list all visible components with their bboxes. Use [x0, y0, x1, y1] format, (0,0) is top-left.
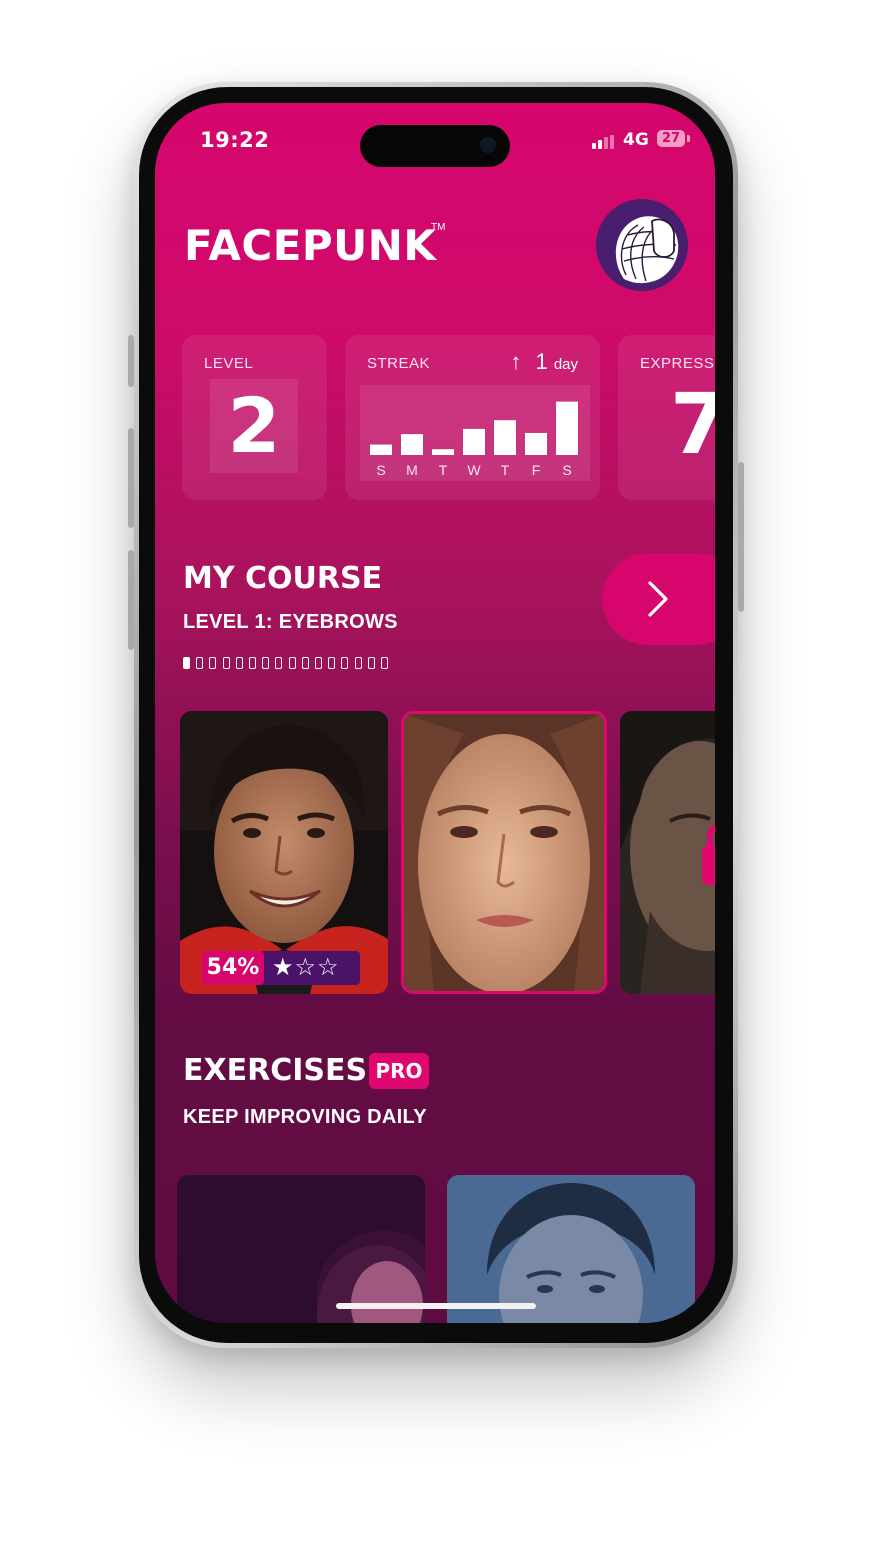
course-title: MY COURSE	[183, 561, 383, 596]
continue-course-button[interactable]	[602, 553, 715, 645]
app-logo: FACEPUNK	[184, 221, 437, 270]
mute-switch	[128, 335, 134, 387]
streak-up-arrow-icon: ↑	[510, 349, 522, 374]
status-bar: 19:22 4G 27	[155, 125, 715, 167]
lesson-1-score: 54%	[202, 951, 264, 985]
expressions-label: EXPRESSIO	[640, 355, 715, 372]
streak-day-label: T	[439, 462, 448, 478]
progress-segment	[341, 657, 349, 669]
volume-up-button	[128, 428, 134, 528]
lock-icon	[702, 845, 715, 885]
streak-bar-3	[432, 449, 454, 455]
progress-segment	[367, 657, 375, 669]
progress-segment	[301, 657, 309, 669]
streak-day-label: F	[532, 462, 541, 478]
progress-segment	[222, 657, 230, 669]
progress-segment	[249, 657, 256, 669]
progress-segment	[262, 657, 270, 669]
app-screen: 19:22 4G 27 FACEPUNK TM LEVEL 2 STREAK ↑…	[155, 103, 715, 1323]
streak-unit: day	[553, 356, 578, 373]
face-mesh-icon	[615, 216, 679, 284]
streak-bar-5	[494, 420, 516, 455]
streak-day-label: S	[562, 462, 571, 478]
level-card[interactable]: LEVEL 2	[182, 335, 327, 500]
progress-segment	[381, 657, 388, 669]
chevron-right-icon	[648, 581, 668, 617]
volume-down-button	[128, 550, 134, 650]
progress-segment	[315, 657, 322, 669]
streak-summary: ↑ 1 day	[510, 349, 578, 375]
battery-level: 27	[661, 131, 681, 146]
streak-count: 1	[535, 349, 548, 374]
streak-day-label: W	[467, 462, 481, 478]
streak-bar-6	[525, 432, 547, 455]
progress-segment	[354, 657, 362, 669]
progress-segment	[275, 657, 283, 669]
dynamic-island	[360, 125, 510, 167]
expressions-value: 7	[670, 375, 715, 473]
network-type: 4G	[623, 130, 649, 150]
streak-bar-4	[463, 428, 485, 455]
expressions-card[interactable]: EXPRESSIO 7	[618, 335, 715, 500]
home-indicator[interactable]	[336, 1303, 536, 1309]
streak-chart: SMTWTFS	[360, 385, 590, 481]
lesson-card-2[interactable]	[401, 711, 607, 994]
lesson-3-image	[620, 711, 715, 994]
streak-day-label: M	[406, 462, 418, 478]
power-button	[738, 462, 744, 612]
streak-day-label: T	[501, 462, 510, 478]
status-time: 19:22	[200, 128, 270, 152]
streak-bar-1	[370, 444, 392, 455]
profile-avatar[interactable]	[596, 199, 688, 291]
pro-badge: PRO	[369, 1053, 429, 1089]
battery-icon: 27	[657, 130, 685, 147]
camera-icon	[480, 137, 496, 153]
exercise-card-1[interactable]	[177, 1175, 425, 1323]
progress-segment	[288, 657, 296, 669]
streak-card[interactable]: STREAK ↑ 1 day S M T W T F S	[345, 335, 600, 500]
exercise-2-image	[447, 1175, 695, 1323]
progress-segment	[183, 657, 190, 669]
streak-bar-2	[401, 434, 423, 455]
streak-bar-7	[556, 401, 578, 455]
level-value: 2	[210, 379, 298, 473]
progress-segment	[196, 657, 204, 669]
battery-tip	[687, 135, 690, 142]
lesson-card-1[interactable]: 54% ★☆☆	[180, 711, 388, 994]
star-rating-icon: ★☆☆	[272, 954, 340, 981]
exercise-card-2[interactable]	[447, 1175, 695, 1323]
streak-bars: SMTWTFS	[370, 401, 578, 478]
progress-segment	[328, 657, 336, 669]
exercise-1-image	[177, 1175, 425, 1323]
exercises-title: EXERCISES	[183, 1053, 368, 1088]
lesson-card-3-locked[interactable]	[620, 711, 715, 994]
level-label: LEVEL	[204, 355, 254, 372]
course-subtitle: LEVEL 1: EYEBROWS	[183, 611, 398, 633]
trademark-symbol: TM	[431, 222, 446, 233]
lesson-1-score-badge: 54% ★☆☆	[202, 951, 360, 985]
lesson-2-image	[404, 714, 604, 991]
streak-day-label: S	[376, 462, 385, 478]
exercises-subtitle: KEEP IMPROVING DAILY	[183, 1106, 427, 1128]
streak-label: STREAK	[367, 355, 431, 372]
progress-segment	[235, 657, 243, 669]
progress-segment	[209, 657, 217, 669]
